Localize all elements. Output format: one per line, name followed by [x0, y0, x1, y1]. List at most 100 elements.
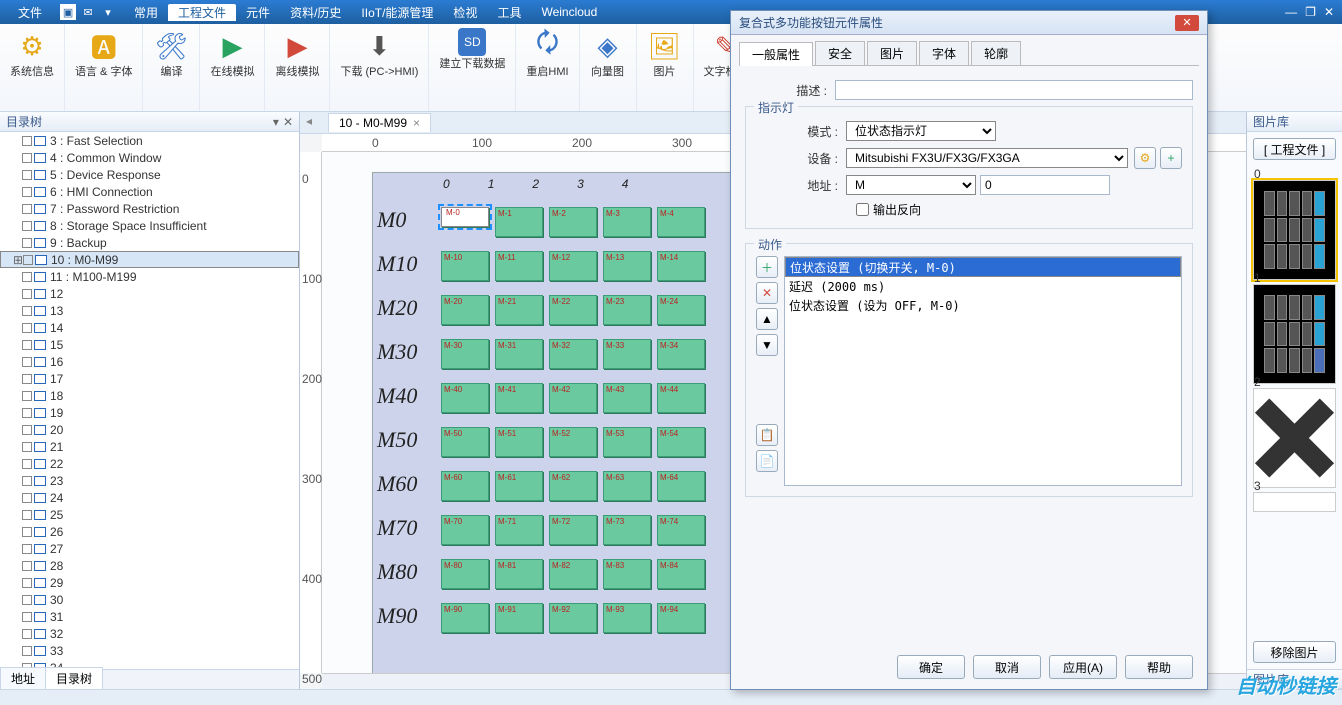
tree-item[interactable]: 21: [0, 438, 299, 455]
desc-input[interactable]: [835, 80, 1193, 100]
grid-cell[interactable]: M-14: [657, 251, 705, 281]
ribbon-lang[interactable]: 🅰语言 & 字体: [65, 24, 143, 111]
action-copy-icon[interactable]: 📋: [756, 424, 778, 446]
grid-cell[interactable]: M-2: [549, 207, 597, 237]
menu-cloud[interactable]: Weincloud: [531, 5, 607, 19]
tree-item[interactable]: 12: [0, 285, 299, 302]
grid-cell[interactable]: M-31: [495, 339, 543, 369]
tree-item[interactable]: 26: [0, 523, 299, 540]
device-settings-icon[interactable]: ⚙: [1134, 147, 1156, 169]
tree-item[interactable]: ⊞10 : M0-M99: [0, 251, 299, 268]
tree-item[interactable]: 4 : Common Window: [0, 149, 299, 166]
tree-item[interactable]: 32: [0, 625, 299, 642]
ribbon-vector[interactable]: ◈向量图: [580, 24, 637, 111]
doc-nav-left-icon[interactable]: ◂: [306, 114, 312, 128]
menu-object[interactable]: 元件: [236, 4, 280, 21]
action-up-icon[interactable]: ▲: [756, 308, 778, 330]
grid-cell[interactable]: M-4: [657, 207, 705, 237]
window-minimize-icon[interactable]: —: [1285, 5, 1297, 19]
menu-project[interactable]: 工程文件: [168, 4, 236, 21]
tree-item[interactable]: 16: [0, 353, 299, 370]
device-select[interactable]: Mitsubishi FX3U/FX3G/FX3GA: [846, 148, 1128, 168]
ribbon-download[interactable]: ⬇下载 (PC->HMI): [330, 24, 429, 111]
mode-select[interactable]: 位状态指示灯: [846, 121, 996, 141]
grid-cell[interactable]: M-80: [441, 559, 489, 589]
action-delete-icon[interactable]: ✕: [756, 282, 778, 304]
window-restore-icon[interactable]: ❐: [1305, 5, 1316, 19]
grid-cell[interactable]: M-52: [549, 427, 597, 457]
action-item[interactable]: 位状态设置 (切换开关, M-0): [785, 257, 1181, 277]
grid-cell[interactable]: M-12: [549, 251, 597, 281]
menu-iiot[interactable]: IIoT/能源管理: [351, 4, 443, 21]
tree-item[interactable]: 5 : Device Response: [0, 166, 299, 183]
ribbon-offline[interactable]: ▶离线模拟: [265, 24, 330, 111]
tree-item[interactable]: 27: [0, 540, 299, 557]
tree-item[interactable]: 15: [0, 336, 299, 353]
action-down-icon[interactable]: ▼: [756, 334, 778, 356]
tree-item[interactable]: 13: [0, 302, 299, 319]
library-thumb-0[interactable]: 0: [1253, 180, 1336, 280]
menu-view[interactable]: 检视: [443, 4, 487, 21]
grid-cell[interactable]: M-94: [657, 603, 705, 633]
qat-save-icon[interactable]: ▣: [60, 4, 76, 20]
library-remove-button[interactable]: 移除图片: [1253, 641, 1336, 663]
grid-cell[interactable]: M-93: [603, 603, 651, 633]
action-list[interactable]: 位状态设置 (切换开关, M-0)延迟 (2000 ms)位状态设置 (设为 O…: [784, 256, 1182, 486]
tab-font[interactable]: 字体: [919, 41, 969, 65]
grid-cell[interactable]: M-11: [495, 251, 543, 281]
invert-checkbox[interactable]: [856, 203, 869, 216]
ok-button[interactable]: 确定: [897, 655, 965, 679]
library-thumb-2[interactable]: 2: [1253, 388, 1336, 488]
ribbon-build[interactable]: SD建立下载数据: [429, 24, 516, 111]
panel-close-icon[interactable]: ✕: [283, 115, 293, 129]
grid-cell[interactable]: M-71: [495, 515, 543, 545]
qat-dropdown-icon[interactable]: ▾: [100, 4, 116, 20]
tree-item[interactable]: 3 : Fast Selection: [0, 132, 299, 149]
grid-cell[interactable]: M-1: [495, 207, 543, 237]
panel-menu-icon[interactable]: ▾: [273, 115, 279, 129]
grid-cell[interactable]: M-30: [441, 339, 489, 369]
tree-item[interactable]: 30: [0, 591, 299, 608]
grid-cell[interactable]: M-21: [495, 295, 543, 325]
grid-cell[interactable]: M-32: [549, 339, 597, 369]
menu-common[interactable]: 常用: [124, 4, 168, 21]
document-tab[interactable]: 10 - M0-M99 ×: [328, 113, 431, 132]
help-button[interactable]: 帮助: [1125, 655, 1193, 679]
library-project-button[interactable]: [ 工程文件 ]: [1253, 138, 1336, 160]
menu-file[interactable]: 文件: [8, 4, 52, 21]
tree-item[interactable]: 29: [0, 574, 299, 591]
grid-cell[interactable]: M-40: [441, 383, 489, 413]
tree-item[interactable]: 24: [0, 489, 299, 506]
grid-cell[interactable]: M-33: [603, 339, 651, 369]
bottom-tab-addr[interactable]: 地址: [0, 667, 46, 689]
grid-cell[interactable]: M-82: [549, 559, 597, 589]
action-item[interactable]: 位状态设置 (设为 OFF, M-0): [785, 296, 1181, 315]
tree-item[interactable]: 17: [0, 370, 299, 387]
dialog-close-icon[interactable]: ✕: [1175, 15, 1199, 31]
cancel-button[interactable]: 取消: [973, 655, 1041, 679]
grid-cell[interactable]: M-24: [657, 295, 705, 325]
ribbon-online[interactable]: ▶在线模拟: [200, 24, 265, 111]
grid-cell[interactable]: M-23: [603, 295, 651, 325]
ribbon-sysinfo[interactable]: ⚙系统信息: [0, 24, 65, 111]
tree-item[interactable]: 8 : Storage Space Insufficient: [0, 217, 299, 234]
tree-item[interactable]: 18: [0, 387, 299, 404]
tab-outline[interactable]: 轮廓: [971, 41, 1021, 65]
grid-cell[interactable]: M-44: [657, 383, 705, 413]
grid-cell[interactable]: M-50: [441, 427, 489, 457]
tree-item[interactable]: 33: [0, 642, 299, 659]
grid-cell[interactable]: M-92: [549, 603, 597, 633]
grid-cell[interactable]: M-43: [603, 383, 651, 413]
menu-data[interactable]: 资料/历史: [280, 4, 351, 21]
tree-item[interactable]: 22: [0, 455, 299, 472]
grid-cell[interactable]: M-90: [441, 603, 489, 633]
ribbon-compile[interactable]: 🛠编译: [143, 24, 200, 111]
document-tab-close-icon[interactable]: ×: [413, 116, 420, 130]
bottom-tab-tree[interactable]: 目录树: [45, 667, 103, 689]
grid-cell[interactable]: M-83: [603, 559, 651, 589]
library-thumb-3[interactable]: 3: [1253, 492, 1336, 512]
grid-cell[interactable]: M-63: [603, 471, 651, 501]
action-add-icon[interactable]: ＋: [756, 256, 778, 278]
device-add-icon[interactable]: +: [1160, 147, 1182, 169]
grid-cell[interactable]: M-62: [549, 471, 597, 501]
